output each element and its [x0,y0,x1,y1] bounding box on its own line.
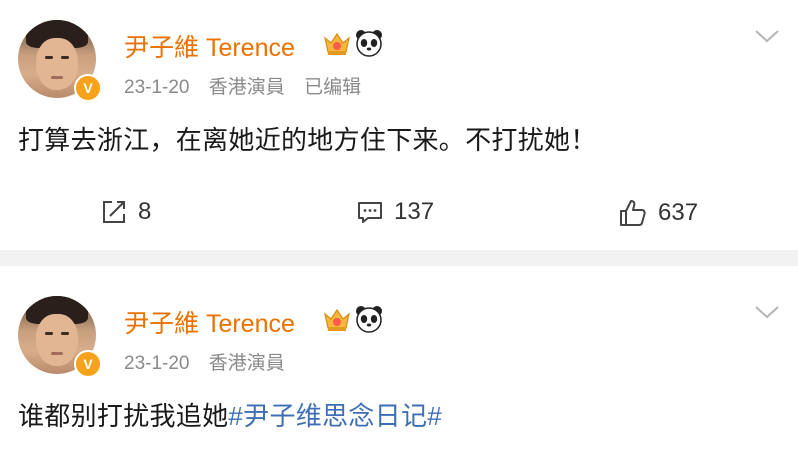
crown-member-icon [324,308,350,331]
post-source: 香港演員 [208,353,285,374]
verified-badge-icon: V [74,350,102,378]
post-divider [0,250,798,266]
like-button[interactable]: 637 [618,198,698,228]
post-meta: 23-1-20 香港演員 已编辑 [124,72,375,99]
repost-count: 8 [138,198,152,225]
weibo-post: V 尹子維 Terence 23-1-20 香港演員 已编辑 打算去浙江，在离她… [0,0,798,250]
repost-button[interactable]: 8 [100,198,151,226]
edited-label[interactable]: 已编辑 [304,77,361,98]
like-count: 637 [658,199,699,226]
thumbs-up-icon [620,200,646,226]
author-name[interactable]: 尹子維 Terence [124,28,295,64]
action-bar: 8 137 637 [0,198,798,234]
post-text-body: 谁都别打扰我追她 [18,401,229,431]
author-name[interactable]: 尹子維 Terence [124,304,295,340]
post-date[interactable]: 23-1-20 [124,353,190,374]
comment-count: 137 [394,198,435,225]
weibo-post: V 尹子維 Terence 23-1-20 香港演員 谁都别打扰我追她#尹子维思… [0,266,798,450]
comment-button[interactable]: 137 [356,198,434,226]
post-date[interactable]: 23-1-20 [124,77,190,98]
verified-badge-icon: V [74,74,102,102]
crown-member-icon [324,32,350,55]
repost-icon [103,201,125,223]
chevron-down-icon[interactable] [752,302,782,322]
post-meta: 23-1-20 香港演員 [124,348,299,375]
hashtag-topic-link[interactable]: #尹子维思念日记# [228,401,442,431]
panda-icon [356,30,382,57]
post-text: 谁都别打扰我追她#尹子维思念日记# [18,396,442,433]
panda-icon [356,306,382,333]
comment-icon [358,202,382,223]
chevron-down-icon[interactable] [752,26,782,46]
post-text: 打算去浙江，在离她近的地方住下来。不打扰她！ [18,125,597,155]
post-source: 香港演員 [208,77,285,98]
